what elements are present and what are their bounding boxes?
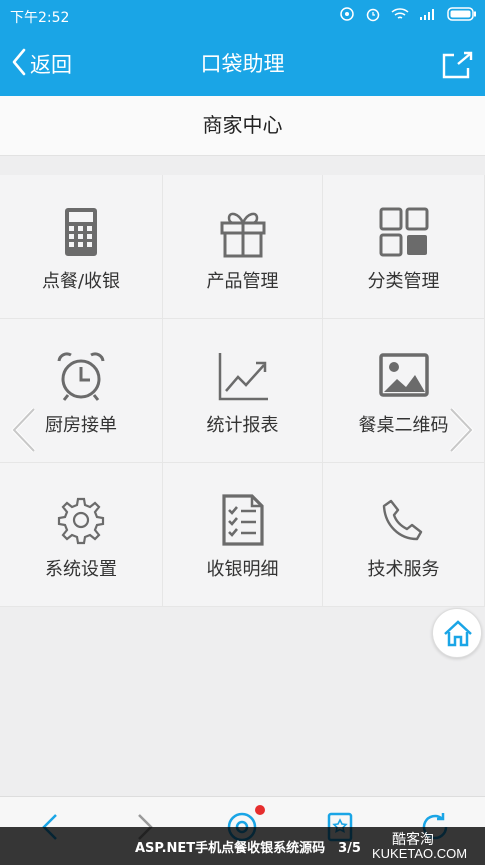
grid-item-statistics[interactable]: 统计报表 [163,319,323,463]
wifi-icon [391,7,409,21]
home-button[interactable] [432,608,482,658]
grid-item-label: 产品管理 [206,271,279,292]
checklist-icon [216,493,270,547]
feature-grid: 点餐/收银 产品管理 分类管理 厨房接单 统计报表 餐桌二维码 系统设置 收银明… [0,175,485,607]
trend-chart-icon [216,349,270,403]
chevron-right-icon [449,407,474,453]
calculator-icon [54,205,108,259]
watermark-bar: ASP.NET手机点餐收银系统源码 3/5 酷客淘 KUKETAO.COM [0,827,485,865]
gear-icon [54,493,108,547]
grid-item-label: 点餐/收银 [41,271,121,292]
grid-item-label: 收银明细 [206,559,279,580]
grid-icon [377,205,431,259]
back-label: 返回 [30,53,72,77]
section-title: 商家中心 [202,113,283,137]
grid-item-label: 分类管理 [367,271,440,292]
grid-item-categories[interactable]: 分类管理 [323,175,485,319]
watermark-caption: ASP.NET手机点餐收银系统源码 3/5 [135,841,361,856]
share-icon[interactable] [439,46,475,82]
sync-icon [339,6,355,22]
phone-icon [377,493,431,547]
back-button[interactable]: 返回 [10,32,72,96]
chevron-left-icon [10,47,28,81]
alarm-icon [365,6,381,22]
title-bar: 返回 口袋助理 [0,32,485,96]
signal-icon [419,7,437,21]
status-time: 下午2:52 [10,10,70,26]
carousel-next-button[interactable] [445,405,479,455]
grid-item-label: 统计报表 [206,415,279,436]
section-header: 商家中心 [0,96,485,156]
home-icon [444,620,472,647]
grid-item-order-cashier[interactable]: 点餐/收银 [0,175,163,319]
carousel-prev-button[interactable] [6,405,40,455]
chevron-left-icon [11,407,36,453]
grid-item-tech-service[interactable]: 技术服务 [323,463,485,607]
notification-badge [255,805,265,815]
grid-item-system-settings[interactable]: 系统设置 [0,463,163,607]
grid-item-products[interactable]: 产品管理 [163,175,323,319]
page-title: 口袋助理 [200,52,285,76]
image-icon [377,349,431,403]
battery-icon [447,7,477,21]
alarm-clock-icon [54,349,108,403]
gift-icon [216,205,270,259]
grid-item-cashier-details[interactable]: 收银明细 [163,463,323,607]
watermark-site: KUKETAO.COM [372,846,468,861]
status-icons [339,6,477,22]
grid-item-label: 系统设置 [45,559,117,580]
status-bar: 下午2:52 [0,0,485,32]
grid-item-label: 技术服务 [367,559,440,580]
